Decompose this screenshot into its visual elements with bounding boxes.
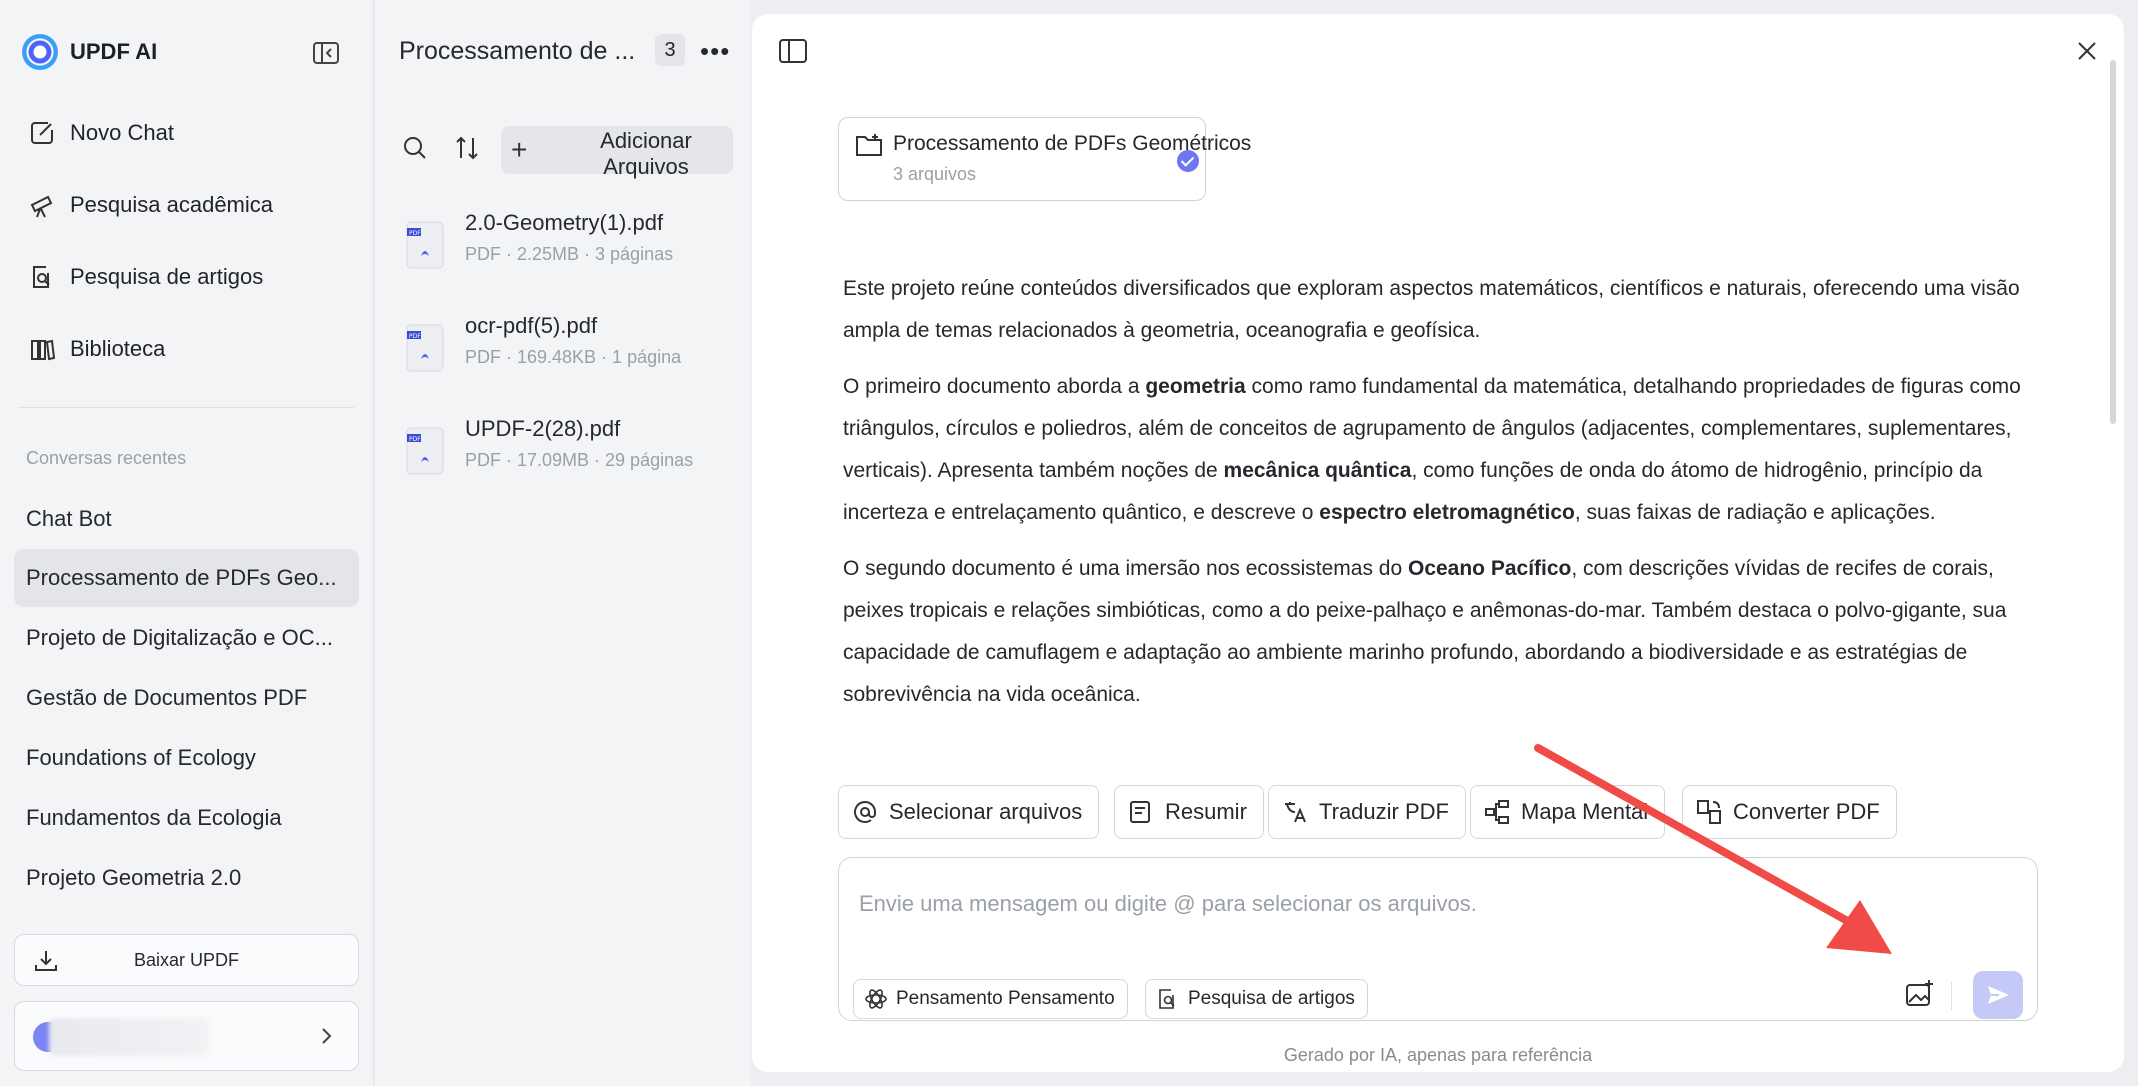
translate-pdf-button[interactable]: Traduzir PDF: [1268, 785, 1466, 839]
divider: [1951, 982, 1952, 1010]
message-composer: Pensamento Pensamento Pesquisa de artigo…: [838, 857, 2038, 1021]
edit-icon: [31, 122, 53, 144]
translate-icon: [1285, 802, 1306, 823]
file-name: 2.0-Geometry(1).pdf: [465, 210, 664, 235]
summary-icon: [1130, 801, 1150, 823]
doc-search-icon: [1159, 989, 1175, 1009]
article-search-toggle[interactable]: Pesquisa de artigos: [1145, 979, 1368, 1019]
svg-text:PDF: PDF: [409, 333, 421, 340]
nav-label: Pesquisa de artigos: [70, 264, 264, 289]
nav-label: Novo Chat: [70, 120, 174, 145]
thinking-toggle[interactable]: Pensamento Pensamento: [853, 979, 1128, 1019]
file-item[interactable]: PDF ocr-pdf(5).pdf PDF · 169.48KB · 1 pá…: [405, 313, 725, 389]
file-name: ocr-pdf(5).pdf: [465, 313, 598, 338]
mind-map-button[interactable]: Mapa Mental: [1470, 785, 1666, 839]
pill-label: Pensamento Pensamento: [896, 988, 1115, 1009]
svg-text:PDF: PDF: [409, 436, 421, 443]
pdf-file-icon: PDF: [406, 427, 444, 475]
atom-icon: [865, 989, 887, 1009]
convert-pdf-button[interactable]: Converter PDF: [1682, 785, 1897, 839]
download-label: Baixar UPDF: [133, 949, 240, 970]
file-meta: PDF · 17.09MB · 29 páginas: [465, 450, 694, 470]
add-files-label: Adicionar Arquivos: [600, 128, 692, 179]
send-icon: [1988, 986, 2009, 1004]
conversation-item[interactable]: Chat Bot: [14, 490, 359, 548]
divider: [18, 407, 354, 408]
project-title: Processamento de ...: [399, 37, 636, 65]
pdf-file-icon: PDF: [406, 324, 444, 372]
nav-label: Pesquisa acadêmica: [70, 192, 274, 217]
conversation-item[interactable]: Projeto Geometria 2.0: [14, 849, 359, 907]
nav-biblioteca[interactable]: Biblioteca: [28, 329, 165, 369]
download-icon: [35, 951, 57, 971]
paragraph: O primeiro documento aborda a geometria …: [843, 375, 2021, 524]
chip-label: Selecionar arquivos: [889, 799, 1083, 824]
summary-text: Este projeto reúne conteúdos diversifica…: [843, 268, 2043, 730]
chip-label: Resumir: [1165, 799, 1247, 824]
chip-label: Converter PDF: [1733, 799, 1880, 824]
svg-text:PDF: PDF: [409, 230, 421, 237]
scrollbar[interactable]: [2110, 60, 2116, 424]
image-upload-icon[interactable]: [1901, 976, 1937, 1012]
more-options-icon[interactable]: •••: [700, 36, 730, 67]
project-card-subtitle: 3 arquivos: [893, 164, 977, 184]
file-meta: PDF · 2.25MB · 3 páginas: [465, 244, 674, 264]
logo: UPDF AI: [22, 32, 362, 72]
file-item[interactable]: PDF 2.0-Geometry(1).pdf PDF · 2.25MB · 3…: [405, 210, 725, 286]
updf-logo-icon: [22, 34, 58, 70]
text-fade-overlay: [812, 714, 2072, 774]
folder-icon: [856, 134, 882, 156]
file-panel: Processamento de ... 3 ••• + Adicionar A…: [375, 0, 751, 1086]
chip-label: Mapa Mental: [1521, 799, 1649, 824]
conversation-item-active[interactable]: Processamento de PDFs Geo...: [14, 549, 359, 607]
conversation-item[interactable]: Gestão de Documentos PDF: [14, 669, 359, 727]
telescope-icon: [30, 195, 53, 218]
pill-label: Pesquisa de artigos: [1188, 988, 1355, 1009]
user-card[interactable]: [14, 1001, 359, 1071]
sort-icon[interactable]: [451, 132, 483, 164]
logo-text: UPDF AI: [70, 39, 158, 64]
conversation-item[interactable]: Projeto de Digitalização e OC...: [14, 609, 359, 667]
convert-icon: [1697, 800, 1721, 824]
left-sidebar: UPDF AI Novo Chat Pesquisa acadêmica Pes…: [0, 0, 374, 1086]
paragraph: Este projeto reúne conteúdos diversifica…: [843, 277, 2020, 342]
search-icon[interactable]: [399, 132, 431, 164]
file-meta: PDF · 169.48KB · 1 página: [465, 347, 682, 367]
add-files-button[interactable]: + Adicionar Arquivos: [501, 126, 733, 179]
pdf-file-icon: PDF: [406, 221, 444, 269]
message-input[interactable]: [859, 884, 1959, 924]
panel-toggle-icon[interactable]: [778, 38, 808, 64]
select-files-button[interactable]: Selecionar arquivos: [838, 785, 1100, 839]
nav-pesquisa-artigos[interactable]: Pesquisa de artigos: [28, 257, 263, 297]
conversation-item[interactable]: Foundations of Ecology: [14, 729, 359, 787]
send-button[interactable]: [1973, 971, 2023, 1019]
library-icon: [31, 339, 56, 361]
nav-pesquisa-academica[interactable]: Pesquisa acadêmica: [28, 185, 273, 225]
sidebar-collapse-icon[interactable]: [312, 41, 340, 65]
recent-label: Conversas recentes: [26, 448, 187, 468]
close-icon[interactable]: [2074, 38, 2100, 64]
check-icon: [1177, 150, 1199, 172]
chevron-right-icon: [322, 1028, 332, 1044]
download-updf-button[interactable]: Baixar UPDF: [14, 934, 359, 986]
summarize-button[interactable]: Resumir: [1114, 785, 1264, 839]
paragraph: O segundo documento é uma imersão nos ec…: [843, 557, 2007, 706]
at-icon: [854, 801, 876, 823]
user-name-redacted: [49, 1018, 209, 1056]
file-item[interactable]: PDF UPDF-2(28).pdf PDF · 17.09MB · 29 pá…: [405, 416, 725, 492]
file-name: UPDF-2(28).pdf: [465, 416, 621, 441]
conversation-item[interactable]: Fundamentos da Ecologia: [14, 789, 359, 847]
plus-icon: +: [511, 134, 528, 165]
chat-main: Processamento de PDFs Geométricos 3 arqu…: [752, 14, 2124, 1072]
nav-novo-chat[interactable]: Novo Chat: [28, 113, 174, 153]
chip-label: Traduzir PDF: [1319, 799, 1449, 824]
nav-label: Biblioteca: [70, 336, 166, 361]
project-card[interactable]: Processamento de PDFs Geométricos 3 arqu…: [838, 117, 1251, 201]
doc-search-icon: [33, 266, 50, 288]
file-count-badge: 3: [655, 34, 685, 66]
mind-map-icon: [1485, 800, 1509, 824]
project-card-title: Processamento de PDFs Geométricos: [893, 132, 1252, 155]
ai-disclaimer: Gerado por IA, apenas para referência: [1283, 1045, 1593, 1065]
